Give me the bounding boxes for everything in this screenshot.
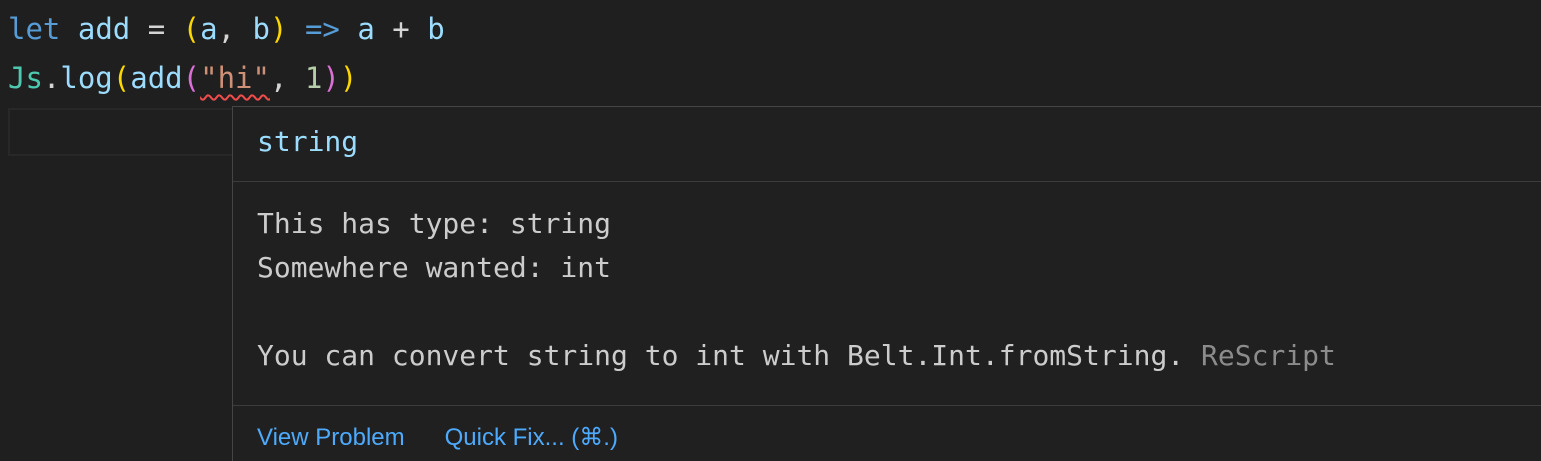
- view-problem-link[interactable]: View Problem: [257, 424, 405, 451]
- operator-plus: +: [392, 12, 410, 46]
- method-log: log: [60, 61, 113, 95]
- paren-open-outer: (: [112, 61, 131, 95]
- call-add: add: [130, 61, 183, 95]
- body-a: a: [357, 12, 375, 46]
- param-b: b: [252, 12, 270, 46]
- hover-divider: [233, 181, 1541, 182]
- comma: ,: [217, 12, 236, 46]
- hover-actions: View Problem Quick Fix... (⌘.): [257, 423, 618, 452]
- comma: ,: [269, 61, 288, 95]
- paren-open-inner: (: [182, 61, 201, 95]
- paren-close-inner: ): [322, 61, 340, 95]
- code-editor[interactable]: let add = (a, b) => a + b Js.log(add("hi…: [0, 0, 1541, 461]
- error-line-type: This has type: string: [257, 207, 612, 240]
- operator-equals: =: [147, 12, 166, 46]
- paren-open: (: [182, 12, 201, 46]
- dot: .: [42, 61, 61, 95]
- paren-close-outer: ): [339, 61, 358, 95]
- current-line-highlight: [8, 108, 248, 156]
- paren-close: ): [270, 12, 288, 46]
- hover-type-title: string: [257, 125, 359, 158]
- code-line-1[interactable]: let add = (a, b) => a + b: [8, 6, 445, 52]
- string-literal-error[interactable]: "hi": [200, 61, 270, 95]
- error-source: ReScript: [1201, 339, 1336, 372]
- hover-tooltip: string This has type: string Somewhere w…: [232, 106, 1541, 461]
- quick-fix-link[interactable]: Quick Fix... (⌘.): [445, 424, 618, 451]
- body-b: b: [427, 12, 445, 46]
- identifier-add: add: [77, 12, 131, 46]
- code-line-2[interactable]: Js.log(add("hi", 1)): [8, 55, 357, 101]
- hover-actions-divider: [233, 405, 1541, 406]
- number-literal: 1: [304, 61, 323, 95]
- hover-error-message: This has type: string Somewhere wanted: …: [257, 202, 1336, 378]
- module-js: Js: [8, 61, 43, 95]
- param-a: a: [200, 12, 218, 46]
- error-line-wanted: Somewhere wanted: int: [257, 251, 612, 284]
- error-line-hint: You can convert string to int with Belt.…: [257, 339, 1185, 372]
- arrow-operator: =>: [304, 12, 340, 46]
- keyword-let: let: [8, 12, 61, 46]
